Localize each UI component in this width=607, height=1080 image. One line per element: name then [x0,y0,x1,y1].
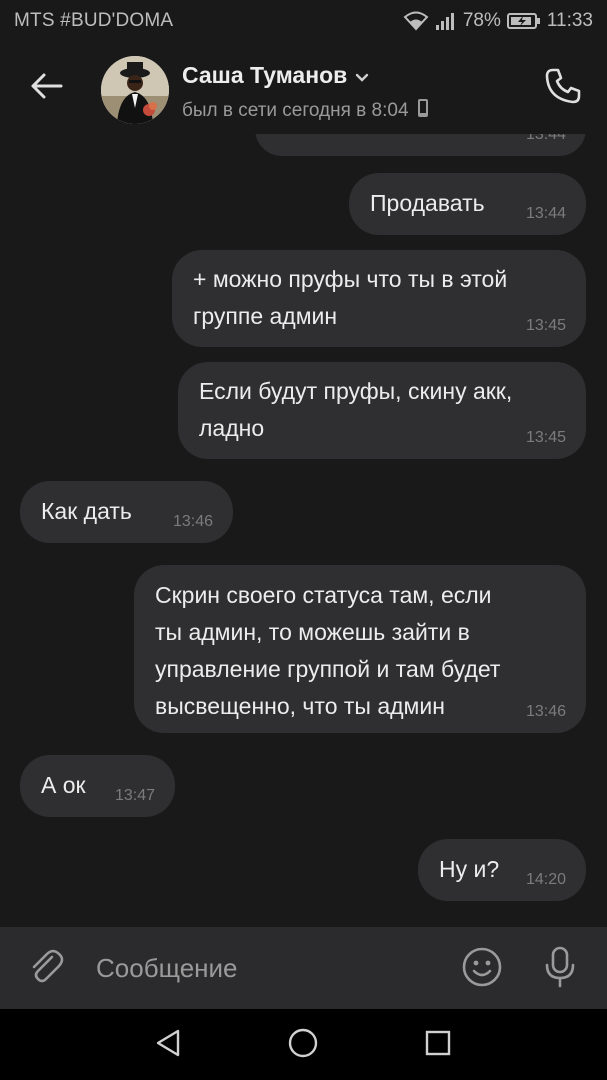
avatar[interactable] [101,56,169,124]
chevron-down-icon [355,62,369,89]
message-composer [0,927,607,1009]
last-seen-label: был в сети сегодня в 8:04 [182,100,409,121]
contact-name[interactable]: Саша Туманов [182,62,369,89]
battery-icon [506,12,541,30]
battery-percent: 78% [462,10,501,31]
wifi-icon [403,11,429,31]
message-bubble-outgoing[interactable]: и не отказываюсь 13:44 [255,134,586,156]
message-time: 13:47 [114,787,155,804]
message-bubble-outgoing[interactable]: Продавать 13:44 [349,173,586,235]
message-time: 13:44 [525,205,566,222]
nav-home-button[interactable] [285,1027,321,1063]
paperclip-icon [26,947,66,992]
clock: 11:33 [546,10,593,31]
nav-back-button[interactable] [150,1027,186,1063]
voice-message-button[interactable] [536,945,584,993]
signal-icon [435,11,457,31]
status-bar: MTS #BUD'DOMA 78% 11:33 [0,0,607,42]
message-time: 13:46 [172,513,213,530]
carrier-label: MTS #BUD'DOMA [14,10,174,31]
message-time: 13:45 [525,317,566,334]
attach-button[interactable] [22,945,70,993]
message-bubble-outgoing[interactable]: Если будут пруфы, скину акк, ладно 13:45 [178,362,586,459]
status-icons: 78% 11:33 [403,8,593,34]
message-input[interactable] [96,945,436,991]
last-seen-status: был в сети сегодня в 8:04 [182,98,429,124]
message-text: Скрин своего статуса там, если ты админ,… [155,582,501,719]
nav-home-icon [287,1027,319,1064]
back-arrow-icon [29,72,63,105]
message-bubble-outgoing[interactable]: + можно пруфы что ты в этой группе админ… [172,250,586,347]
emoji-icon [461,946,503,993]
nav-recents-button[interactable] [420,1027,456,1063]
nav-back-icon [154,1028,182,1063]
system-nav-bar [0,1009,607,1080]
emoji-button[interactable] [458,945,506,993]
contact-name-label: Саша Туманов [182,62,348,88]
message-bubble-incoming[interactable]: Как дать 13:46 [20,481,233,543]
call-icon [544,67,582,110]
message-list[interactable]: и не отказываюсь 13:44 Продавать 13:44 +… [0,134,607,927]
chat-header: Саша Туманов был в сети сегодня в 8:04 [0,42,607,134]
message-bubble-outgoing[interactable]: Ну и? 14:20 [418,839,586,901]
message-time: 13:44 [525,134,566,143]
message-bubble-incoming[interactable]: А ок 13:47 [20,755,175,817]
back-button[interactable] [22,64,70,112]
phone-device-icon [417,98,429,124]
nav-recents-icon [424,1029,452,1062]
call-button[interactable] [541,66,585,110]
message-time: 13:45 [525,429,566,446]
message-bubble-outgoing[interactable]: Скрин своего статуса там, если ты админ,… [134,565,586,733]
message-time: 14:20 [525,871,566,888]
message-time: 13:46 [525,703,566,720]
microphone-icon [542,946,578,993]
